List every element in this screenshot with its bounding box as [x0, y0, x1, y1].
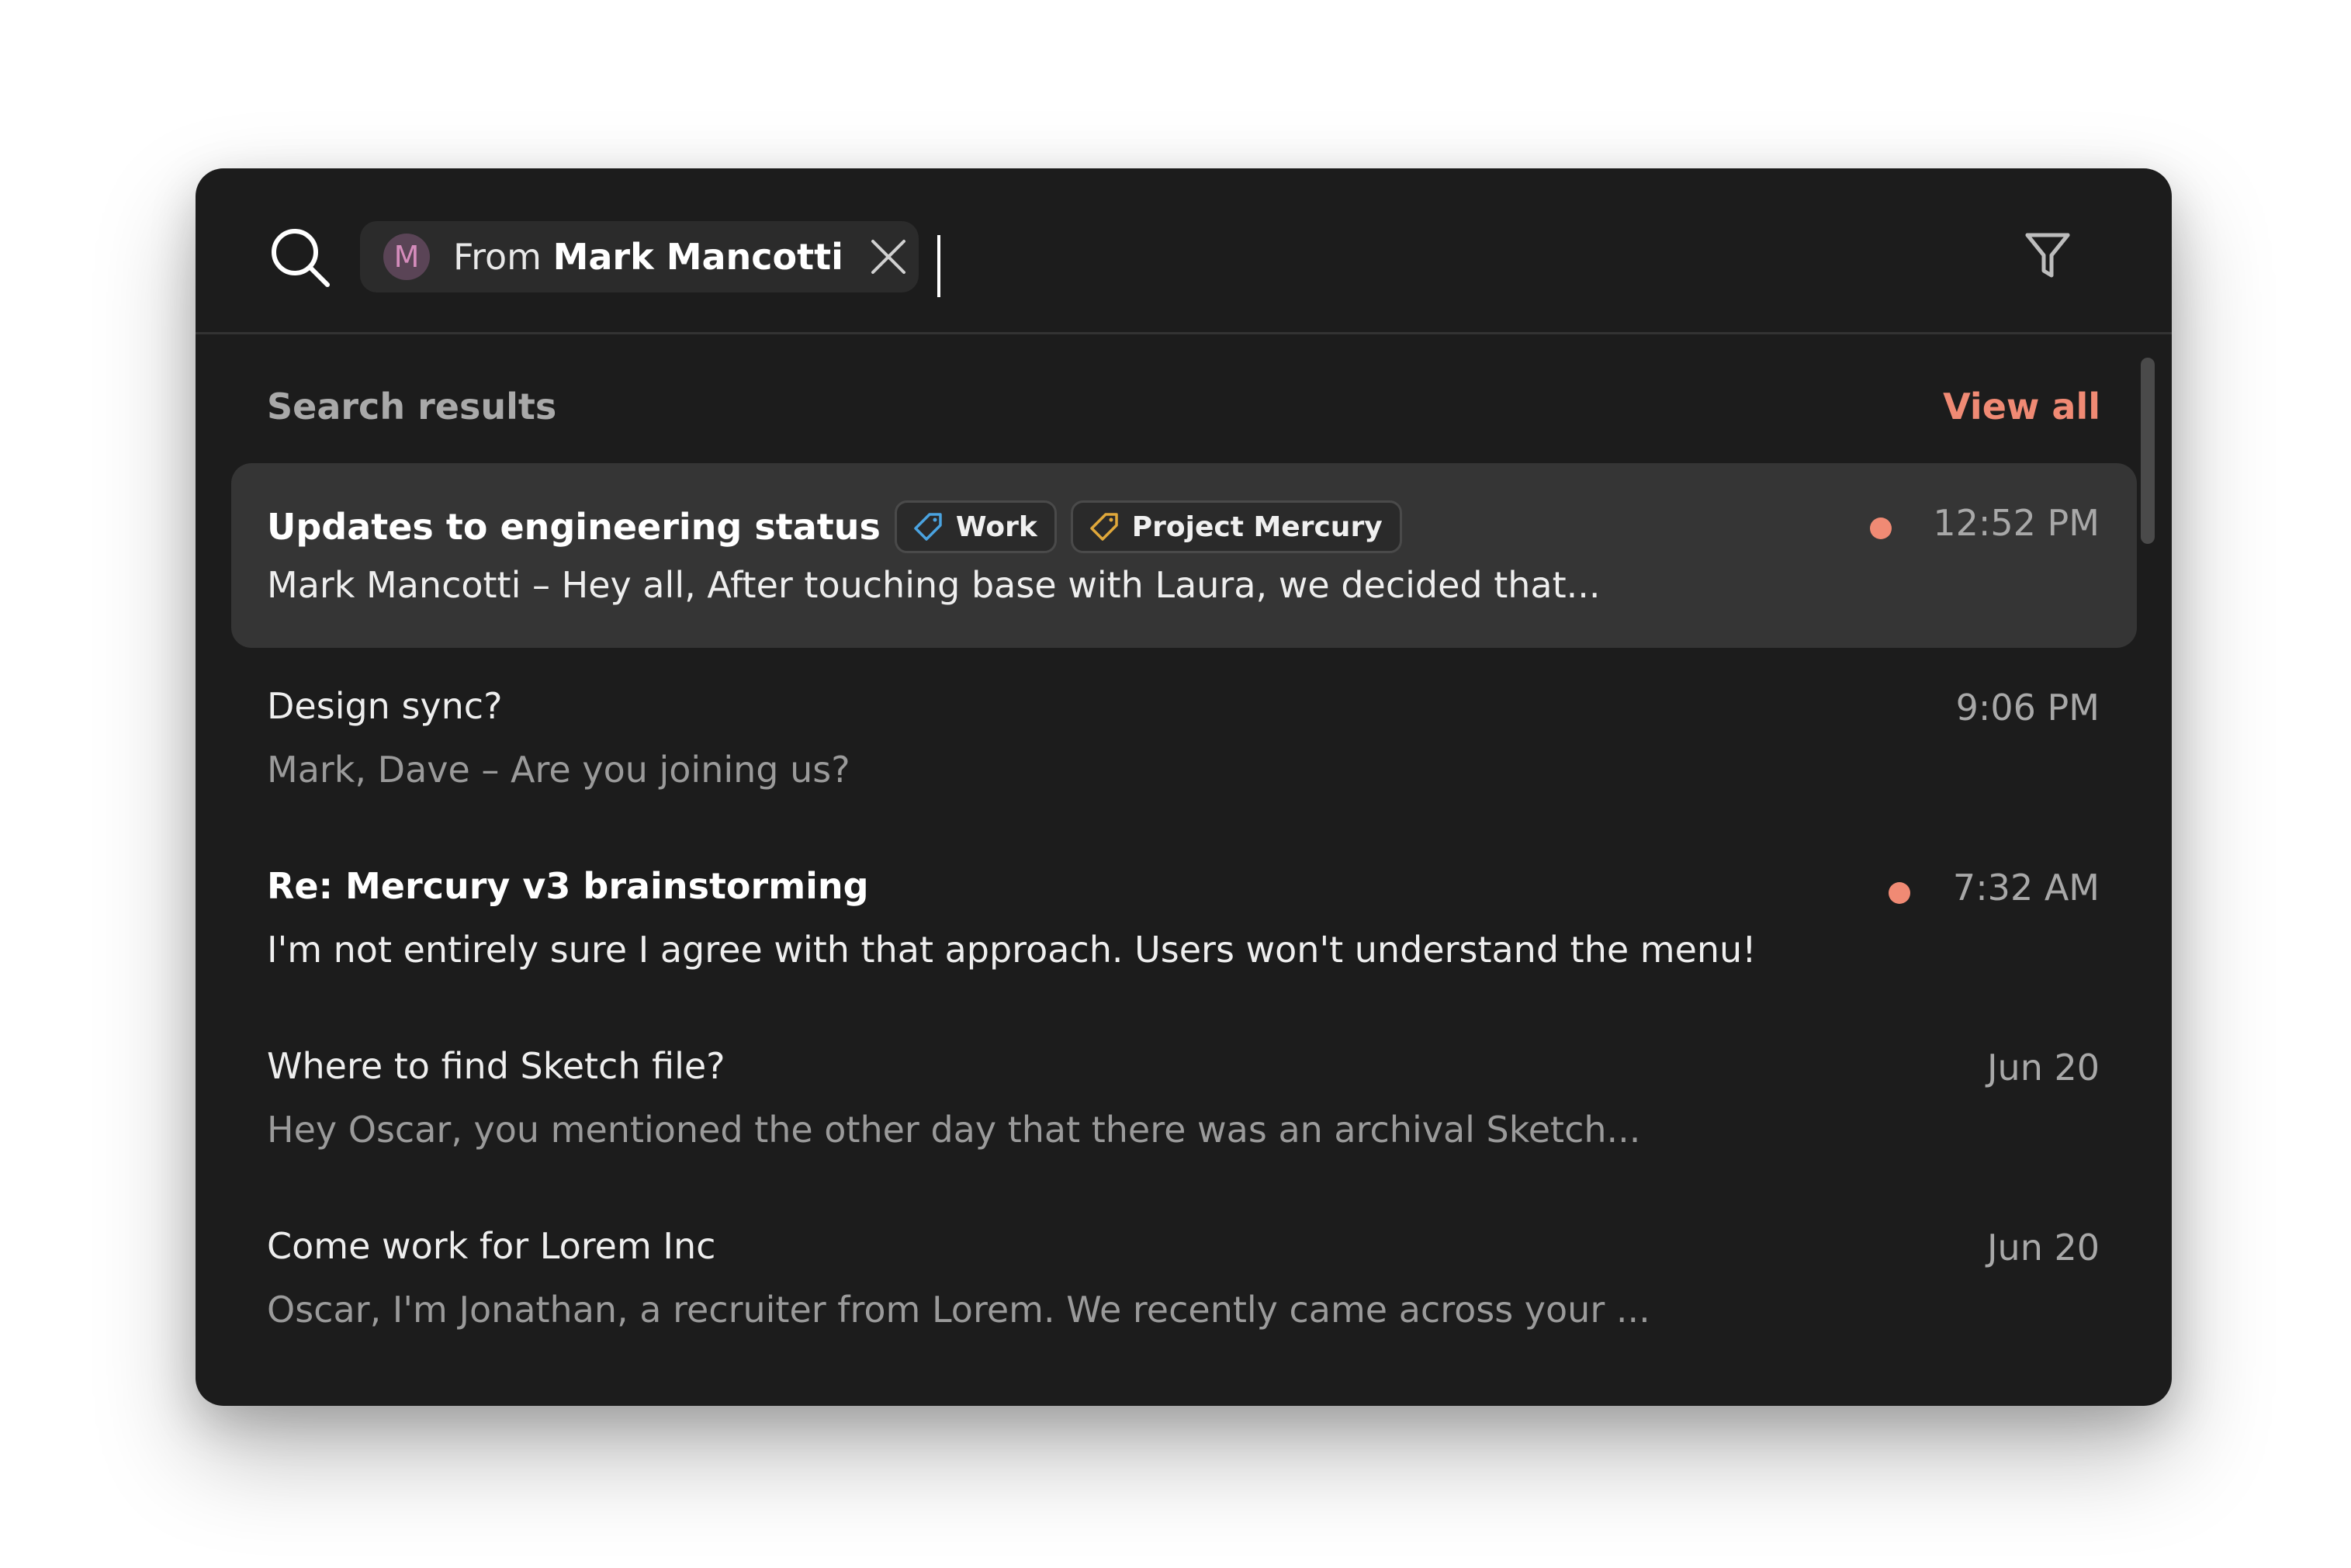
chip-prefix: From [453, 236, 542, 278]
result-preview: Hey Oscar, you mentioned the other day t… [267, 1109, 1641, 1151]
result-row[interactable]: Come work for Lorem Inc Jun 20 Oscar, I'… [231, 1188, 2137, 1368]
unread-dot [1889, 882, 1910, 904]
avatar: M [383, 234, 430, 280]
result-preview: Oscar, I'm Jonathan, a recruiter from Lo… [267, 1289, 1650, 1331]
result-row[interactable]: Updates to engineering status Work Proje… [231, 463, 2137, 648]
result-title-line: Updates to engineering status Work Proje… [267, 500, 1402, 553]
result-preview: I'm not entirely sure I agree with that … [267, 929, 1757, 971]
result-preview: Mark Mancotti – Hey all, After touching … [267, 564, 1601, 606]
result-row[interactable]: Re: Mercury v3 brainstorming 7:32 AM I'm… [231, 828, 2137, 1008]
result-row[interactable]: Design sync? 9:06 PM Mark, Dave – Are yo… [231, 648, 2137, 828]
chip-sender-name: Mark Mancotti [552, 236, 843, 278]
result-title: Updates to engineering status [267, 506, 881, 548]
search-panel: M From Mark Mancotti Search results View… [196, 168, 2172, 1406]
tag-label: Project Mercury [1131, 511, 1383, 543]
result-title: Re: Mercury v3 brainstorming [267, 865, 869, 907]
tag-icon [1090, 513, 1118, 541]
chip-label: From Mark Mancotti [453, 236, 843, 278]
result-row[interactable]: Where to find Sketch file? Jun 20 Hey Os… [231, 1008, 2137, 1188]
view-all-link[interactable]: View all [1943, 386, 2100, 427]
unread-dot [1870, 517, 1892, 539]
result-title: Where to find Sketch file? [267, 1045, 725, 1087]
result-preview: Mark, Dave – Are you joining us? [267, 749, 850, 791]
result-title: Design sync? [267, 685, 503, 727]
sender-filter-chip[interactable]: M From Mark Mancotti [360, 221, 919, 292]
result-time: Jun 20 [1986, 1227, 2100, 1269]
result-time: 9:06 PM [1955, 687, 2100, 729]
filter-icon[interactable] [2023, 230, 2072, 280]
tag-label: Work [955, 511, 1037, 543]
tag-icon [914, 513, 942, 541]
scrollbar[interactable] [2141, 358, 2155, 544]
search-icon [272, 229, 330, 287]
result-title: Come work for Lorem Inc [267, 1225, 716, 1267]
results-list: Updates to engineering status Work Proje… [231, 463, 2137, 1368]
tag-project-mercury[interactable]: Project Mercury [1070, 500, 1402, 553]
search-results-heading: Search results [267, 386, 557, 427]
search-bar[interactable]: M From Mark Mancotti [196, 168, 2172, 334]
result-time: 12:52 PM [1933, 502, 2100, 544]
result-time: Jun 20 [1986, 1047, 2100, 1089]
result-time: 7:32 AM [1952, 867, 2100, 909]
close-icon[interactable] [867, 235, 910, 279]
tag-work[interactable]: Work [894, 500, 1057, 553]
text-cursor [937, 235, 940, 297]
